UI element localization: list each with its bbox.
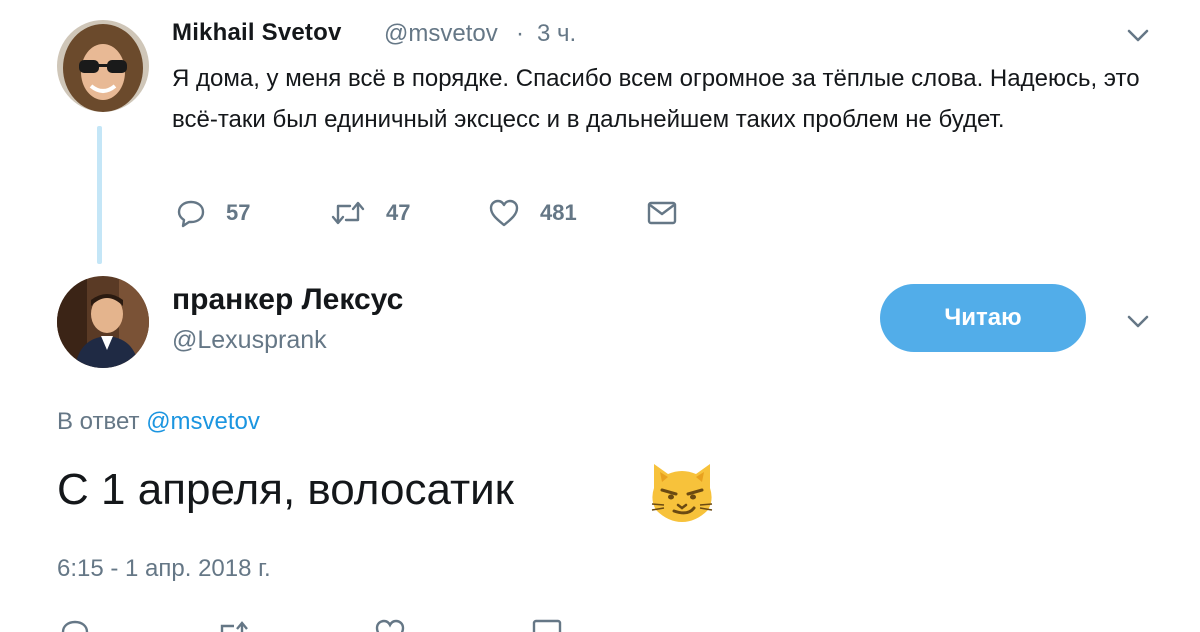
heart-icon[interactable]: [374, 618, 406, 632]
reply-count: 57: [226, 200, 251, 225]
reply-context: В ответ @msvetov: [57, 408, 260, 436]
envelope-icon[interactable]: [532, 618, 562, 632]
reply-prefix-text: В ответ: [57, 408, 140, 435]
tweet1-author-name[interactable]: Mikhail Svetov: [172, 19, 342, 47]
reply-to-link[interactable]: @msvetov: [146, 408, 260, 435]
like-count: 481: [540, 200, 577, 225]
tweet1-separator: ·: [516, 20, 524, 47]
smirking-cat-emoji: [648, 458, 716, 526]
tweet2-handle[interactable]: @Lexusprank: [172, 326, 327, 355]
direct-message-button[interactable]: [647, 200, 697, 226]
reply-icon[interactable]: [60, 618, 90, 632]
tweet2-author-name[interactable]: пранкер Лексус: [172, 283, 403, 317]
thread-line: [97, 126, 102, 264]
like-button[interactable]: 481: [488, 198, 577, 228]
heart-icon: [489, 199, 519, 227]
retweet-icon[interactable]: [214, 618, 250, 632]
retweet-count: 47: [386, 200, 411, 225]
tweet1-time[interactable]: 3 ч.: [537, 20, 576, 48]
chevron-down-icon[interactable]: [1126, 312, 1150, 332]
avatar-msvetov[interactable]: [57, 20, 149, 112]
retweet-icon: [331, 201, 365, 225]
chevron-down-icon[interactable]: [1126, 26, 1150, 46]
avatar-lexusprank[interactable]: [57, 276, 149, 368]
tweet1-handle[interactable]: @msvetov: [384, 20, 498, 48]
tweet2-text: С 1 апреля, волосатик: [57, 465, 514, 514]
tweet1-text: Я дома, у меня всё в порядке. Спасибо вс…: [172, 65, 1140, 133]
envelope-icon: [647, 201, 677, 225]
reply-icon: [177, 200, 205, 228]
retweet-button[interactable]: 47: [330, 198, 410, 228]
follow-button[interactable]: Читаю: [880, 284, 1086, 352]
reply-button[interactable]: 57: [176, 198, 250, 228]
tweet2-timestamp[interactable]: 6:15 - 1 апр. 2018 г.: [57, 555, 271, 583]
